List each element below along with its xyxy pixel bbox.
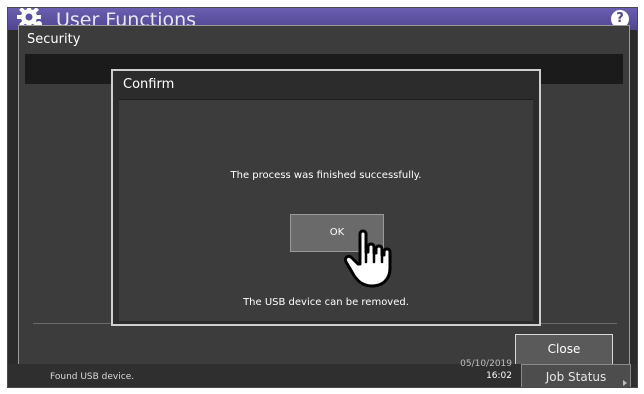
- confirm-title: Confirm: [123, 77, 175, 92]
- status-date: 05/10/2019: [460, 359, 512, 369]
- confirm-note: The USB device can be removed.: [243, 297, 409, 308]
- job-status-button[interactable]: Job Status: [521, 364, 631, 387]
- confirm-dialog: Confirm The process was finished success…: [111, 69, 541, 326]
- status-bar: Found USB device. 05/10/2019 16:02 Job S…: [8, 359, 637, 387]
- confirm-body: The process was finished successfully. O…: [119, 99, 533, 321]
- close-button[interactable]: Close: [515, 334, 613, 365]
- confirm-message: The process was finished successfully.: [230, 170, 422, 181]
- security-title: Security: [27, 32, 81, 47]
- corner-arrow-icon: [623, 380, 627, 386]
- job-status-label: Job Status: [545, 370, 607, 384]
- status-message: Found USB device.: [50, 372, 135, 382]
- status-time: 16:02: [486, 371, 512, 381]
- hand-pointer-icon: [344, 229, 392, 288]
